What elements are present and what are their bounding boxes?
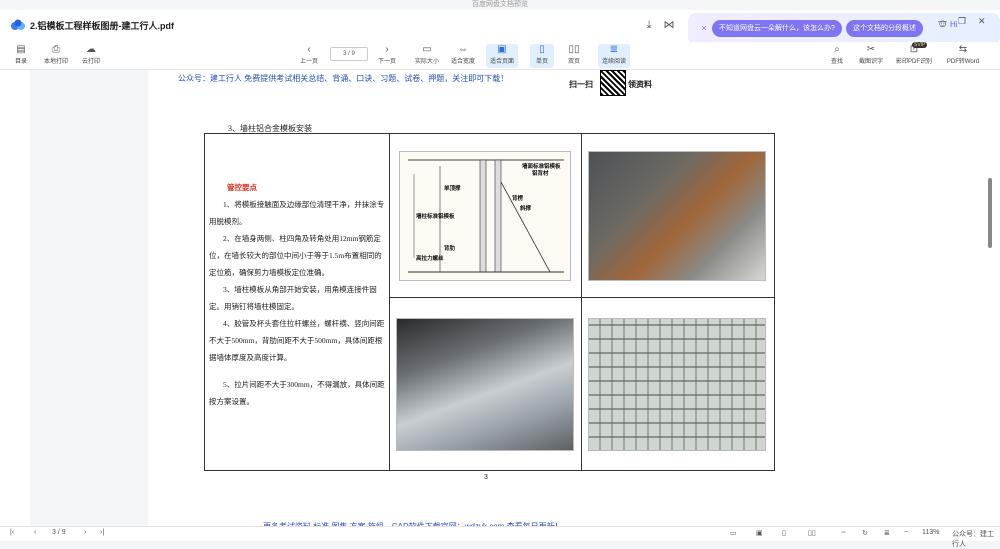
formwork-section-drawing: 墙面标准铝模板 铝背材 单顶撑 背楞 斜撑 墙柱标准铝模板 背肋 高拉力螺丝 xyxy=(399,151,571,281)
page-input[interactable]: 3 / 9 xyxy=(330,47,368,61)
point-5: 5、拉片间距不大于300mm，不得漏放，具体间距按方案设置。 xyxy=(209,380,385,406)
status-page-indicator[interactable]: 3 / 9 xyxy=(52,529,66,536)
svip-badge: SVIP xyxy=(912,42,928,48)
viewer-toolbar: ▤ 目录 ⎙ 本地打印 ☁ 云打印 ‹ 上一页 3 / 9 › 下一页 ▭ 实际大小 ⇔ 适合… xyxy=(0,42,1000,70)
cloud-print-button[interactable]: ☁ 云打印 xyxy=(78,44,104,68)
continuous-read-icon: ≣ xyxy=(609,44,619,55)
view-mode-icon[interactable]: ▭ xyxy=(730,529,737,537)
point-2: 2、在墙身两侧、柱四角及转角处用12mm钢筋定位，在墙长较大的部位中间小于等于1… xyxy=(209,234,382,277)
actual-size-icon: ▭ xyxy=(422,44,432,55)
rebar-bracing-photo xyxy=(588,151,766,281)
content-table: 管控要点 1、将模板接触面及边缘部位清理干净，并抹涂专用脱模剂。 2、在墙身两侧… xyxy=(204,133,775,471)
maximize-icon[interactable]: ❐ xyxy=(958,16,966,27)
minimize-icon[interactable]: — xyxy=(938,16,947,26)
status-brand: 公众号：建工行人 xyxy=(952,531,994,548)
download-icon[interactable]: ⤓ xyxy=(642,18,656,32)
prev-page-button[interactable]: ‹ 上一页 xyxy=(296,44,322,68)
point-1: 1、将模板接触面及边缘部位清理干净，并抹涂专用脱模剂。 xyxy=(209,200,385,226)
convert-icon: ⇆ xyxy=(958,44,968,55)
fit-width-button[interactable]: ⇔ 适合宽度 xyxy=(448,44,478,68)
prev-page-icon[interactable]: ‹ xyxy=(34,529,36,536)
toc-icon: ▤ xyxy=(16,44,26,55)
search-icon: ⌕ xyxy=(834,44,840,55)
page-number: 3 xyxy=(484,474,488,481)
rotate-icon[interactable]: ↻ xyxy=(862,529,868,537)
vertical-scrollbar[interactable] xyxy=(988,178,992,248)
document-page: 公众号：建工行人 免费提供考试相关总结、背诵、口诀、习题、试卷、押题，关注即可下… xyxy=(148,70,825,531)
ai-summary-chip[interactable]: 这个文档的分段概述 xyxy=(846,20,923,37)
printer-icon: ⎙ xyxy=(52,44,60,55)
zoom-out-icon[interactable]: − xyxy=(904,529,908,536)
fit-page-icon: ▣ xyxy=(497,44,507,55)
next-page-icon[interactable]: › xyxy=(84,529,86,536)
actual-size-button[interactable]: ▭ 实际大小 xyxy=(412,44,442,68)
baidu-netdisk-logo-icon xyxy=(11,19,25,30)
cloud-printer-icon: ☁ xyxy=(86,44,96,55)
scissors-icon: ✂ xyxy=(866,44,876,55)
double-page-icon: ▯▯ xyxy=(568,44,580,55)
fit-page-button[interactable]: ▣ 适合页面 xyxy=(486,44,518,68)
fit-width-icon: ⇔ xyxy=(458,44,468,55)
last-page-icon[interactable]: ›| xyxy=(100,529,104,536)
single-icon[interactable]: ▯ xyxy=(782,529,786,537)
close-icon[interactable]: × xyxy=(698,22,710,34)
ai-assistant-bar: × 不知道网盘云一朵解什么，该怎么办? 这个文档的分段概述 ☺ Hi xyxy=(688,13,1000,45)
continuous-read-button[interactable]: ≣ 连续阅读 xyxy=(598,44,630,68)
first-page-icon[interactable]: |‹ xyxy=(10,529,14,536)
prev-icon: ‹ xyxy=(307,44,311,55)
page-header-text: 公众号：建工行人 免费提供考试相关总结、背诵、口诀、习题、试卷、押题，关注即可下… xyxy=(178,74,509,83)
fit-width-status-icon[interactable]: ⇔ xyxy=(840,529,847,536)
single-page-icon: ▯ xyxy=(539,44,545,55)
next-icon: › xyxy=(385,44,389,55)
ai-greeting: Hi xyxy=(950,20,958,29)
panel-installation-photo xyxy=(396,318,574,451)
double-icon[interactable]: ▯▯ xyxy=(808,529,816,537)
point-3: 3、墙柱模板从角部开始安装，用角模连接件固定。用销钉将墙柱模固定。 xyxy=(209,285,377,311)
double-page-button[interactable]: ▯▯ 双页 xyxy=(562,44,586,68)
continuous-icon[interactable]: ≣ xyxy=(884,529,890,537)
share-icon[interactable]: ⋈ xyxy=(662,18,676,32)
qr-code-icon xyxy=(600,70,626,96)
local-print-button[interactable]: ⎙ 本地打印 xyxy=(40,44,72,68)
window-close-icon[interactable]: ✕ xyxy=(978,16,986,27)
zoom-level: 113% xyxy=(922,529,940,536)
control-title: 管控要点 xyxy=(227,183,257,192)
left-margin xyxy=(0,70,30,526)
toc-button[interactable]: ▤ 目录 xyxy=(8,44,34,68)
status-bar: |‹ ‹ 3 / 9 › ›| ▭ ▣ ▯ ▯▯ ⇔ ↻ ≣ − 113% 公众… xyxy=(0,526,1000,548)
pdf-to-word-button[interactable]: ⇆ PDF转Word xyxy=(944,44,982,68)
single-page-button[interactable]: ▯ 单页 xyxy=(530,44,554,68)
next-page-button[interactable]: › 下一页 xyxy=(374,44,400,68)
header-scan-label: 扫一扫 xyxy=(569,80,593,89)
wall-formwork-photo xyxy=(588,318,766,451)
fit-icon[interactable]: ▣ xyxy=(756,529,763,537)
window-caption: 百度网盘文档预览 xyxy=(0,0,1000,10)
screenshot-ocr-button[interactable]: ✂ 截图识字 xyxy=(856,44,886,68)
right-margin xyxy=(825,70,1000,526)
document-title: 2.铝模板工程样板图册-建工行人.pdf xyxy=(30,21,174,31)
title-bar: 2.铝模板工程样板图册-建工行人.pdf ⤓ ⋈ × 不知道网盘云一朵解什么，该… xyxy=(0,10,1000,45)
point-4: 4、胶管及杯头套住拉杆螺丝，螺杆横、竖向间距不大于500mm，背肋间距不大于50… xyxy=(209,319,385,362)
ai-suggestion-chip[interactable]: 不知道网盘云一朵解什么，该怎么办? xyxy=(712,20,842,37)
find-button[interactable]: ⌕ 查找 xyxy=(826,44,848,68)
control-points: 管控要点 1、将模板接触面及边缘部位清理干净，并抹涂专用脱模剂。 2、在墙身两侧… xyxy=(209,179,387,410)
header-resource-label: 领资料 xyxy=(628,80,652,89)
